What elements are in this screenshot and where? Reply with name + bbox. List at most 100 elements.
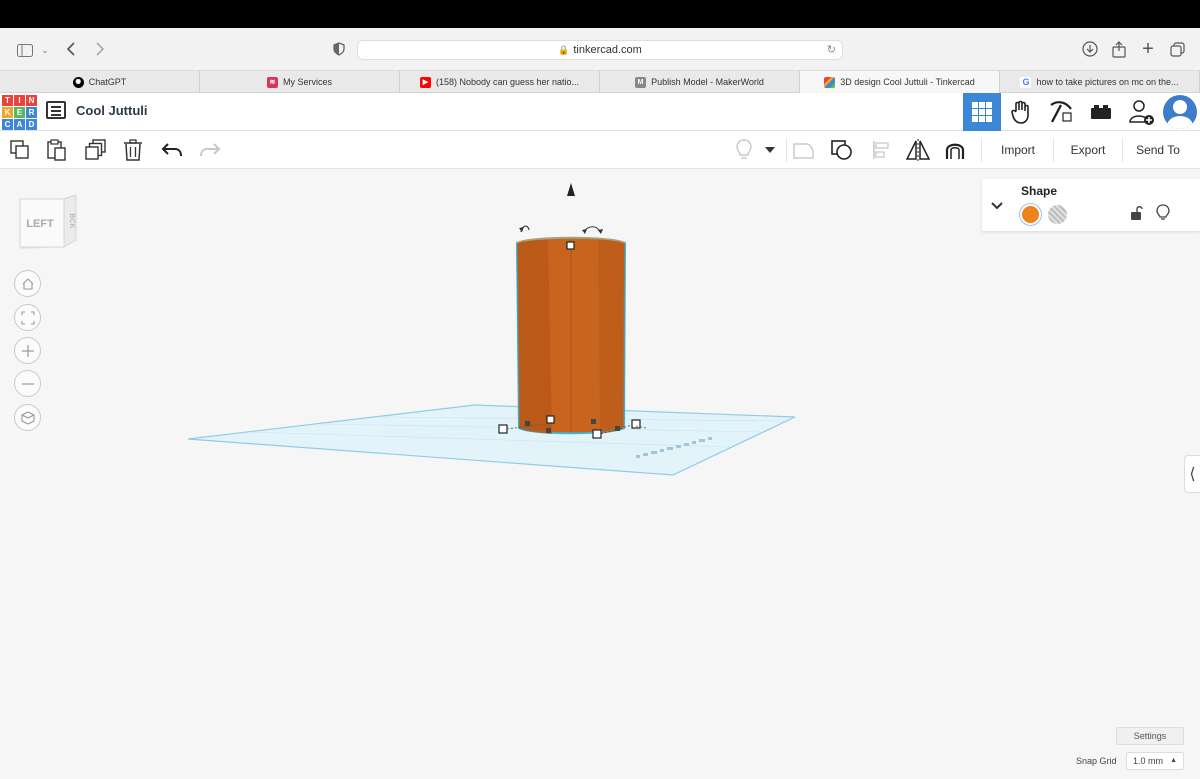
lift-handle-cone[interactable] <box>567 183 575 196</box>
unlock-icon <box>1131 206 1143 220</box>
address-url: tinkercad.com <box>573 44 642 56</box>
makerworld-icon: M <box>635 76 647 88</box>
invite-button[interactable] <box>1122 93 1160 131</box>
ungroup-button[interactable] <box>828 136 856 164</box>
logo-letter: T <box>2 95 13 106</box>
tab-overview-icon[interactable] <box>1166 38 1188 60</box>
tab-youtube[interactable]: ▶ (158) Nobody can guess her natio... <box>400 71 600 93</box>
workplane-scene[interactable] <box>0 170 1200 779</box>
youtube-icon: ▶ <box>419 76 431 88</box>
expand-panel-button[interactable]: ⟨ <box>1184 455 1200 493</box>
rotate-handles[interactable] <box>519 225 603 234</box>
project-title[interactable]: Cool Juttuli <box>76 103 148 118</box>
align-icon <box>873 141 889 159</box>
paste-button[interactable] <box>43 136 71 164</box>
tab-my-services[interactable]: ≋ My Services <box>200 71 400 93</box>
inspector-title: Shape <box>1021 184 1058 198</box>
logo-letter: C <box>2 119 13 130</box>
chevron-down-icon <box>991 202 1003 210</box>
downloads-icon[interactable] <box>1079 38 1101 60</box>
logo-letter: K <box>2 107 13 118</box>
hole-swatch[interactable] <box>1048 205 1067 224</box>
duplicate-icon <box>85 139 106 160</box>
system-menu-bar <box>0 0 1200 28</box>
reload-icon[interactable]: ↻ <box>827 43 836 56</box>
group-icon <box>793 143 814 159</box>
google-icon: G <box>1020 76 1032 88</box>
tab-label: how to take pictures on mc on the... <box>1036 77 1179 87</box>
snap-grid-label: Snap Grid <box>1076 756 1117 766</box>
align-button[interactable] <box>867 136 895 164</box>
minecraft-button[interactable] <box>1042 93 1080 131</box>
logo-letter: E <box>14 107 25 118</box>
logo-letter: I <box>14 95 25 106</box>
chevron-left-icon: ⟨ <box>1189 466 1196 483</box>
logo-letter: D <box>26 119 37 130</box>
snap-grid-value: 1.0 mm <box>1133 756 1164 766</box>
lightbulb-icon <box>1156 204 1170 220</box>
caret-up-icon: ▲ <box>1170 757 1177 764</box>
chatgpt-icon: ✺ <box>72 76 84 88</box>
export-button[interactable]: Export <box>1057 137 1119 163</box>
caret-down-icon <box>765 147 775 153</box>
cylinder-shape[interactable] <box>515 236 627 435</box>
mirror-icon <box>905 139 931 161</box>
copy-button[interactable] <box>6 136 34 164</box>
pickaxe-icon <box>1050 101 1072 123</box>
logo-letter: N <box>26 95 37 106</box>
delete-button[interactable] <box>119 136 147 164</box>
tab-chatgpt[interactable]: ✺ ChatGPT <box>0 71 200 93</box>
settings-button[interactable]: Settings <box>1116 727 1184 745</box>
notes-dropdown[interactable] <box>760 136 780 164</box>
redo-button[interactable] <box>196 136 224 164</box>
visibility-toggle[interactable] <box>1156 204 1170 222</box>
redo-icon <box>200 143 221 157</box>
ungroup-icon <box>831 140 852 160</box>
codeblocks-button[interactable] <box>1003 93 1041 131</box>
tab-label: Publish Model - MakerWorld <box>651 77 764 87</box>
mirror-button[interactable] <box>904 136 932 164</box>
solid-color-swatch[interactable] <box>1020 204 1041 225</box>
toolbar-divider <box>1053 138 1054 162</box>
lock-toggle[interactable] <box>1129 205 1143 221</box>
address-bar[interactable]: 🔒 tinkercad.com ↻ <box>357 40 843 60</box>
import-button[interactable]: Import <box>986 137 1050 163</box>
sidebar-toggle-icon[interactable] <box>14 39 36 61</box>
services-icon: ≋ <box>266 76 278 88</box>
tab-google[interactable]: G how to take pictures on mc on the... <box>1000 71 1200 93</box>
tinkercad-logo[interactable]: T I N K E R C A D <box>2 95 37 130</box>
duplicate-button[interactable] <box>82 136 110 164</box>
brick-icon <box>1091 105 1111 119</box>
send-to-button[interactable]: Send To <box>1127 137 1189 163</box>
toolbar-divider <box>786 138 787 162</box>
grid-icon <box>972 102 992 122</box>
collapse-inspector-button[interactable] <box>989 199 1005 213</box>
tab-makerworld[interactable]: M Publish Model - MakerWorld <box>600 71 800 93</box>
lightbulb-icon <box>736 139 752 159</box>
cruise-button[interactable] <box>941 136 969 164</box>
notes-button[interactable] <box>730 136 758 164</box>
tab-label: 3D design Cool Juttuli - Tinkercad <box>840 77 975 87</box>
share-icon[interactable] <box>1108 38 1130 60</box>
tab-bar: ✺ ChatGPT ≋ My Services ▶ (158) Nobody c… <box>0 71 1200 93</box>
copy-icon <box>10 140 29 159</box>
3d-view-button[interactable] <box>963 93 1001 131</box>
tab-tinkercad[interactable]: 3D design Cool Juttuli - Tinkercad <box>800 71 1000 93</box>
trash-icon <box>124 139 142 161</box>
undo-button[interactable] <box>158 136 186 164</box>
sidebar-chevron-down-icon[interactable]: ⌄ <box>34 39 56 61</box>
back-icon[interactable] <box>60 38 82 60</box>
group-button[interactable] <box>790 136 818 164</box>
tab-label: (158) Nobody can guess her natio... <box>435 77 580 87</box>
privacy-shield-icon[interactable] <box>328 38 350 60</box>
design-list-icon[interactable] <box>46 101 66 119</box>
magnet-icon <box>945 143 965 159</box>
toolbar-divider <box>981 138 982 162</box>
new-tab-icon[interactable]: + <box>1137 38 1159 60</box>
bricks-button[interactable] <box>1082 93 1120 131</box>
forward-icon[interactable] <box>89 38 111 60</box>
snap-grid-select[interactable]: 1.0 mm ▲ <box>1126 752 1184 770</box>
user-avatar[interactable] <box>1163 95 1197 129</box>
lock-icon: 🔒 <box>558 44 570 55</box>
logo-letter: A <box>14 119 25 130</box>
